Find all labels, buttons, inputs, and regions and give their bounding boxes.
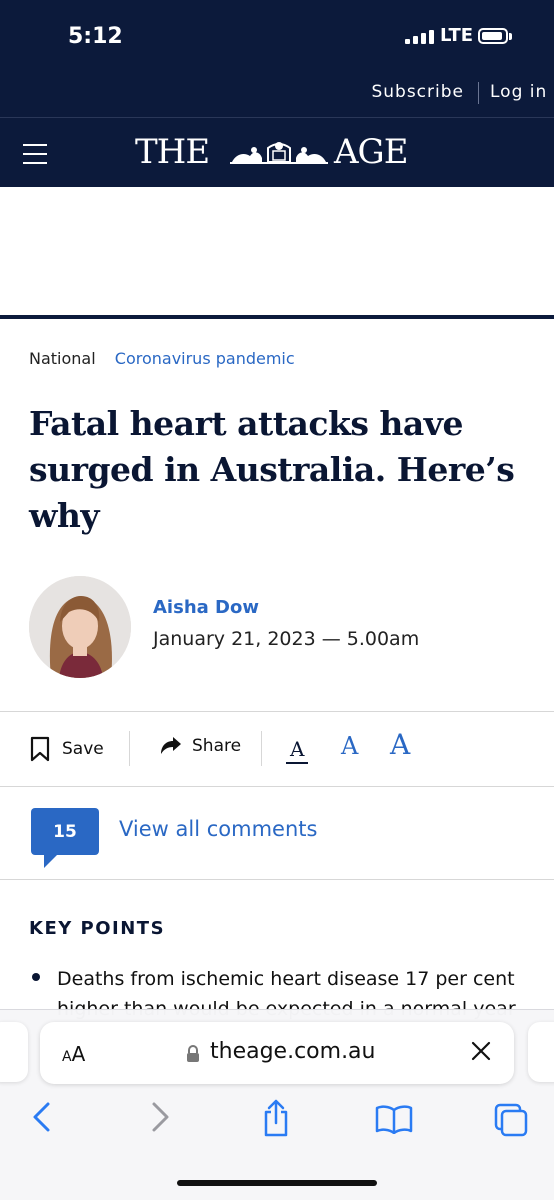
crest-icon (230, 142, 328, 164)
comment-badge-tail (44, 854, 58, 868)
subscribe-link[interactable]: Subscribe (371, 82, 464, 102)
logo-text-the[interactable]: THE (135, 132, 210, 172)
author-avatar[interactable] (29, 576, 131, 678)
author-name[interactable]: Aisha Dow (153, 597, 259, 618)
text-size-button[interactable]: AA (62, 1042, 85, 1066)
link-divider (478, 82, 479, 104)
status-bar: 5:12 LTE (0, 0, 554, 72)
share-icon[interactable] (261, 1098, 291, 1138)
publish-date: January 21, 2023 — 5.00am (153, 628, 420, 650)
back-icon[interactable] (30, 1100, 52, 1134)
key-points-heading: KEY POINTS (29, 918, 166, 939)
comment-count-badge[interactable]: 15 (31, 808, 99, 855)
divider (0, 711, 554, 712)
masthead: THE AGE (0, 117, 554, 188)
bookmarks-icon[interactable] (375, 1104, 413, 1134)
battery-tip (509, 33, 512, 40)
font-size-large-button[interactable]: A (390, 728, 410, 761)
login-link[interactable]: Log in (490, 82, 547, 102)
section-link[interactable]: National (29, 349, 96, 368)
ad-space (0, 187, 554, 319)
save-button[interactable]: Save (30, 736, 104, 762)
tabs-icon[interactable] (494, 1103, 528, 1137)
status-time: 5:12 (68, 24, 123, 49)
bookmark-icon (30, 736, 50, 762)
close-icon[interactable] (470, 1040, 492, 1062)
action-separator (129, 731, 130, 766)
home-indicator[interactable] (177, 1180, 377, 1186)
font-size-small-button[interactable]: A (286, 736, 309, 764)
action-separator (261, 731, 262, 766)
previous-tab-preview[interactable] (0, 1022, 28, 1082)
network-type: LTE (440, 25, 474, 46)
share-arrow-icon (161, 737, 181, 754)
address-bar[interactable]: AA theage.com.au (40, 1022, 514, 1084)
divider (0, 879, 554, 880)
article-headline: Fatal heart attacks have surged in Austr… (29, 404, 515, 535)
topic-link[interactable]: Coronavirus pandemic (115, 349, 295, 368)
lock-icon (187, 1045, 199, 1062)
hamburger-menu-icon[interactable] (23, 144, 47, 164)
logo-text-age[interactable]: AGE (334, 132, 409, 172)
next-tab-preview[interactable] (528, 1022, 554, 1082)
battery-icon (478, 28, 508, 44)
signal-icon (405, 30, 434, 44)
save-label: Save (62, 739, 104, 759)
share-label: Share (192, 736, 242, 756)
font-size-medium-button[interactable]: A (341, 732, 358, 760)
divider (0, 786, 554, 787)
breadcrumb: National Coronavirus pandemic (29, 349, 295, 368)
bullet-icon (32, 973, 40, 981)
url-text[interactable]: theage.com.au (210, 1039, 375, 1064)
forward-icon[interactable] (150, 1100, 172, 1134)
view-comments-link[interactable]: View all comments (119, 817, 317, 841)
account-bar: Subscribe Log in (0, 72, 554, 117)
share-button[interactable]: Share (160, 736, 241, 756)
